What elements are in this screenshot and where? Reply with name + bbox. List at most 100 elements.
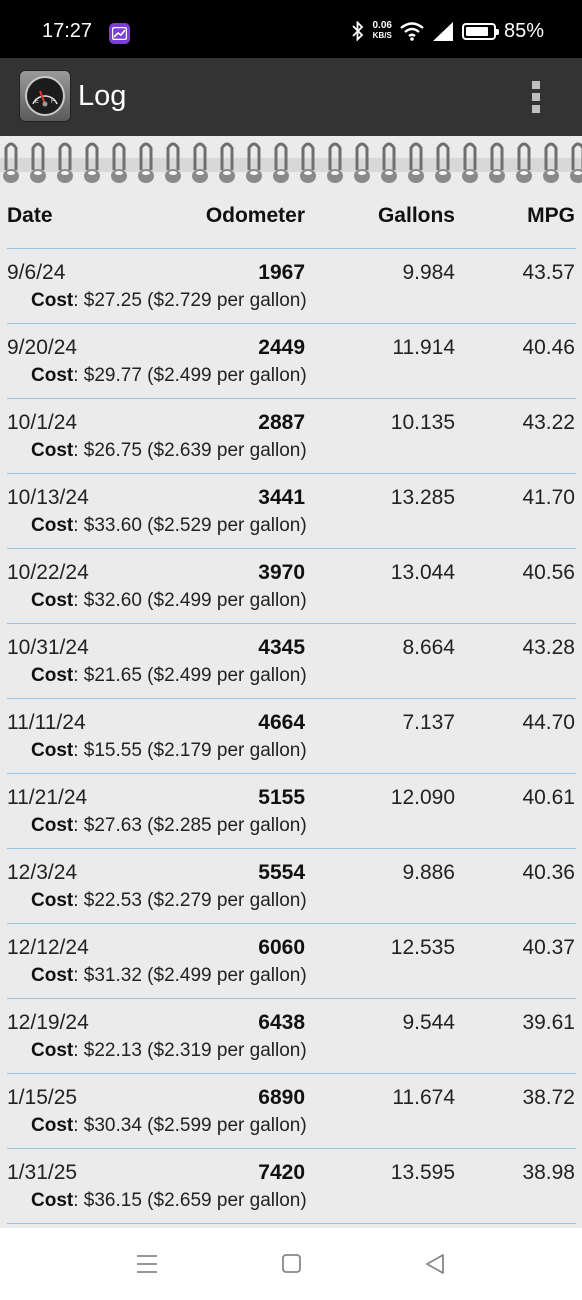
system-navigation-bar [0, 1228, 582, 1300]
cost-value: : $27.63 ($2.285 per gallon) [73, 815, 307, 836]
row-gallons: 10.135 [390, 411, 455, 434]
cost-label: Cost [31, 365, 74, 386]
table-row[interactable]: 11/21/24 5155 12.090 40.61 Cost: $27.63 ($2.… [0, 774, 582, 849]
table-row[interactable]: 10/31/24 4345 8.664 43.28 Cost: $21.65 ($2.4… [0, 624, 582, 699]
column-header-odometer: Odometer [205, 204, 305, 227]
cost-label: Cost [31, 590, 74, 611]
cost-label: Cost [31, 440, 74, 461]
row-cost: Cost: $32.60 ($2.499 per gallon) [31, 590, 307, 612]
battery-icon [461, 22, 499, 40]
row-date: 9/20/24 [7, 336, 78, 359]
fuel-gauge-app-icon[interactable]: E F [19, 70, 71, 122]
cost-label: Cost [31, 740, 74, 761]
table-row[interactable]: 1/15/25 6890 11.674 38.72 Cost: $30.34 ($2.5… [0, 1074, 582, 1149]
back-triangle-icon[interactable] [424, 1252, 446, 1276]
row-mpg: 40.56 [522, 561, 575, 584]
cost-value: : $15.55 ($2.179 per gallon) [73, 740, 307, 761]
row-odometer: 5155 [258, 786, 305, 809]
row-odometer: 4345 [258, 636, 305, 659]
status-time: 17:27 [42, 20, 93, 42]
row-gallons: 13.044 [390, 561, 455, 584]
row-odometer: 6890 [258, 1086, 305, 1109]
column-header-mpg: MPG [527, 204, 575, 227]
row-date: 9/6/24 [7, 261, 66, 284]
row-mpg: 40.37 [522, 936, 575, 959]
row-cost: Cost: $33.60 ($2.529 per gallon) [31, 515, 307, 537]
status-indicators: 0.06 KB/S 85% [351, 18, 544, 44]
table-row[interactable]: 11/11/24 4664 7.137 44.70 Cost: $15.55 ($2.1… [0, 699, 582, 774]
table-row[interactable]: 12/19/24 6438 9.544 39.61 Cost: $22.13 ($2.3… [0, 999, 582, 1074]
row-odometer: 7420 [258, 1161, 305, 1184]
column-header-date: Date [7, 204, 53, 227]
row-cost: Cost: $27.63 ($2.285 per gallon) [31, 815, 307, 837]
row-gallons: 9.984 [402, 261, 455, 284]
overflow-menu-button[interactable] [522, 78, 550, 116]
chart-app-notification-icon [109, 23, 130, 44]
row-gallons: 12.090 [390, 786, 455, 809]
network-speed-value: 0.06 [372, 20, 392, 31]
row-date: 10/13/24 [7, 486, 89, 509]
cost-label: Cost [31, 665, 74, 686]
row-odometer: 1967 [258, 261, 305, 284]
row-odometer: 6060 [258, 936, 305, 959]
table-row[interactable]: 12/3/24 5554 9.886 40.36 Cost: $22.53 ($2.27… [0, 849, 582, 924]
table-row[interactable]: 10/22/24 3970 13.044 40.56 Cost: $32.60 ($2.… [0, 549, 582, 624]
row-cost: Cost: $22.53 ($2.279 per gallon) [31, 890, 307, 912]
wifi-icon [400, 22, 424, 41]
menu-lines-icon[interactable] [136, 1252, 158, 1276]
svg-text:F: F [51, 99, 55, 105]
row-cost: Cost: $27.25 ($2.729 per gallon) [31, 290, 307, 312]
cost-value: : $32.60 ($2.499 per gallon) [73, 590, 307, 611]
row-mpg: 38.98 [522, 1161, 575, 1184]
overflow-menu-icon [532, 81, 540, 89]
row-cost: Cost: $31.32 ($2.499 per gallon) [31, 965, 307, 987]
row-divider [7, 1223, 576, 1224]
row-odometer: 3970 [258, 561, 305, 584]
log-list[interactable]: Date Odometer Gallons MPG 9/6/24 1967 9.98… [0, 136, 582, 1228]
table-row[interactable]: 9/20/24 2449 11.914 40.46 Cost: $29.77 ($2.4… [0, 324, 582, 399]
battery-percent: 85% [503, 19, 544, 42]
table-row[interactable]: 10/13/24 3441 13.285 41.70 Cost: $33.60 ($2.… [0, 474, 582, 549]
row-mpg: 39.61 [522, 1011, 575, 1034]
cost-value: : $22.53 ($2.279 per gallon) [73, 890, 307, 911]
cost-value: : $27.25 ($2.729 per gallon) [73, 290, 307, 311]
bluetooth-icon [351, 21, 363, 41]
table-row[interactable]: 1/31/25 7420 13.595 38.98 Cost: $36.15 ($2.6… [0, 1149, 582, 1224]
row-gallons: 11.674 [392, 1086, 455, 1109]
row-cost: Cost: $21.65 ($2.499 per gallon) [31, 665, 307, 687]
row-gallons: 11.914 [392, 336, 455, 359]
row-mpg: 40.61 [522, 786, 575, 809]
network-speed-unit: KB/S [372, 31, 392, 40]
row-gallons: 13.285 [390, 486, 455, 509]
row-cost: Cost: $30.34 ($2.599 per gallon) [31, 1115, 307, 1137]
table-row[interactable]: 12/12/24 6060 12.535 40.37 Cost: $31.32 ($2.… [0, 924, 582, 999]
home-square-icon[interactable] [281, 1252, 303, 1276]
row-odometer: 2449 [258, 336, 305, 359]
row-odometer: 2887 [258, 411, 305, 434]
battery-fill [465, 26, 488, 36]
svg-text:E: E [35, 99, 39, 105]
row-mpg: 38.72 [522, 1086, 575, 1109]
row-date: 1/15/25 [7, 1086, 78, 1109]
row-cost: Cost: $22.13 ($2.319 per gallon) [31, 1040, 307, 1062]
cost-label: Cost [31, 290, 74, 311]
cost-value: : $30.34 ($2.599 per gallon) [73, 1115, 307, 1136]
row-mpg: 43.28 [522, 636, 575, 659]
cost-value: : $33.60 ($2.529 per gallon) [73, 515, 307, 536]
row-odometer: 5554 [258, 861, 305, 884]
row-gallons: 12.535 [390, 936, 455, 959]
cost-label: Cost [31, 1115, 74, 1136]
cost-value: : $21.65 ($2.499 per gallon) [73, 665, 307, 686]
cost-value: : $26.75 ($2.639 per gallon) [73, 440, 307, 461]
cost-value: : $36.15 ($2.659 per gallon) [73, 1190, 307, 1211]
table-row[interactable]: 9/6/24 1967 9.984 43.57 Cost: $27.25 ($2.729… [0, 249, 582, 324]
table-row[interactable]: 10/1/24 2887 10.135 43.22 Cost: $26.75 ($2.6… [0, 399, 582, 474]
row-date: 10/22/24 [7, 561, 89, 584]
row-mpg: 44.70 [522, 711, 575, 734]
row-gallons: 9.886 [402, 861, 455, 884]
action-bar: E F Log [0, 58, 582, 136]
row-date: 12/19/24 [7, 1011, 89, 1034]
cost-label: Cost [31, 890, 74, 911]
row-gallons: 13.595 [390, 1161, 455, 1184]
column-header-gallons: Gallons [377, 204, 455, 227]
